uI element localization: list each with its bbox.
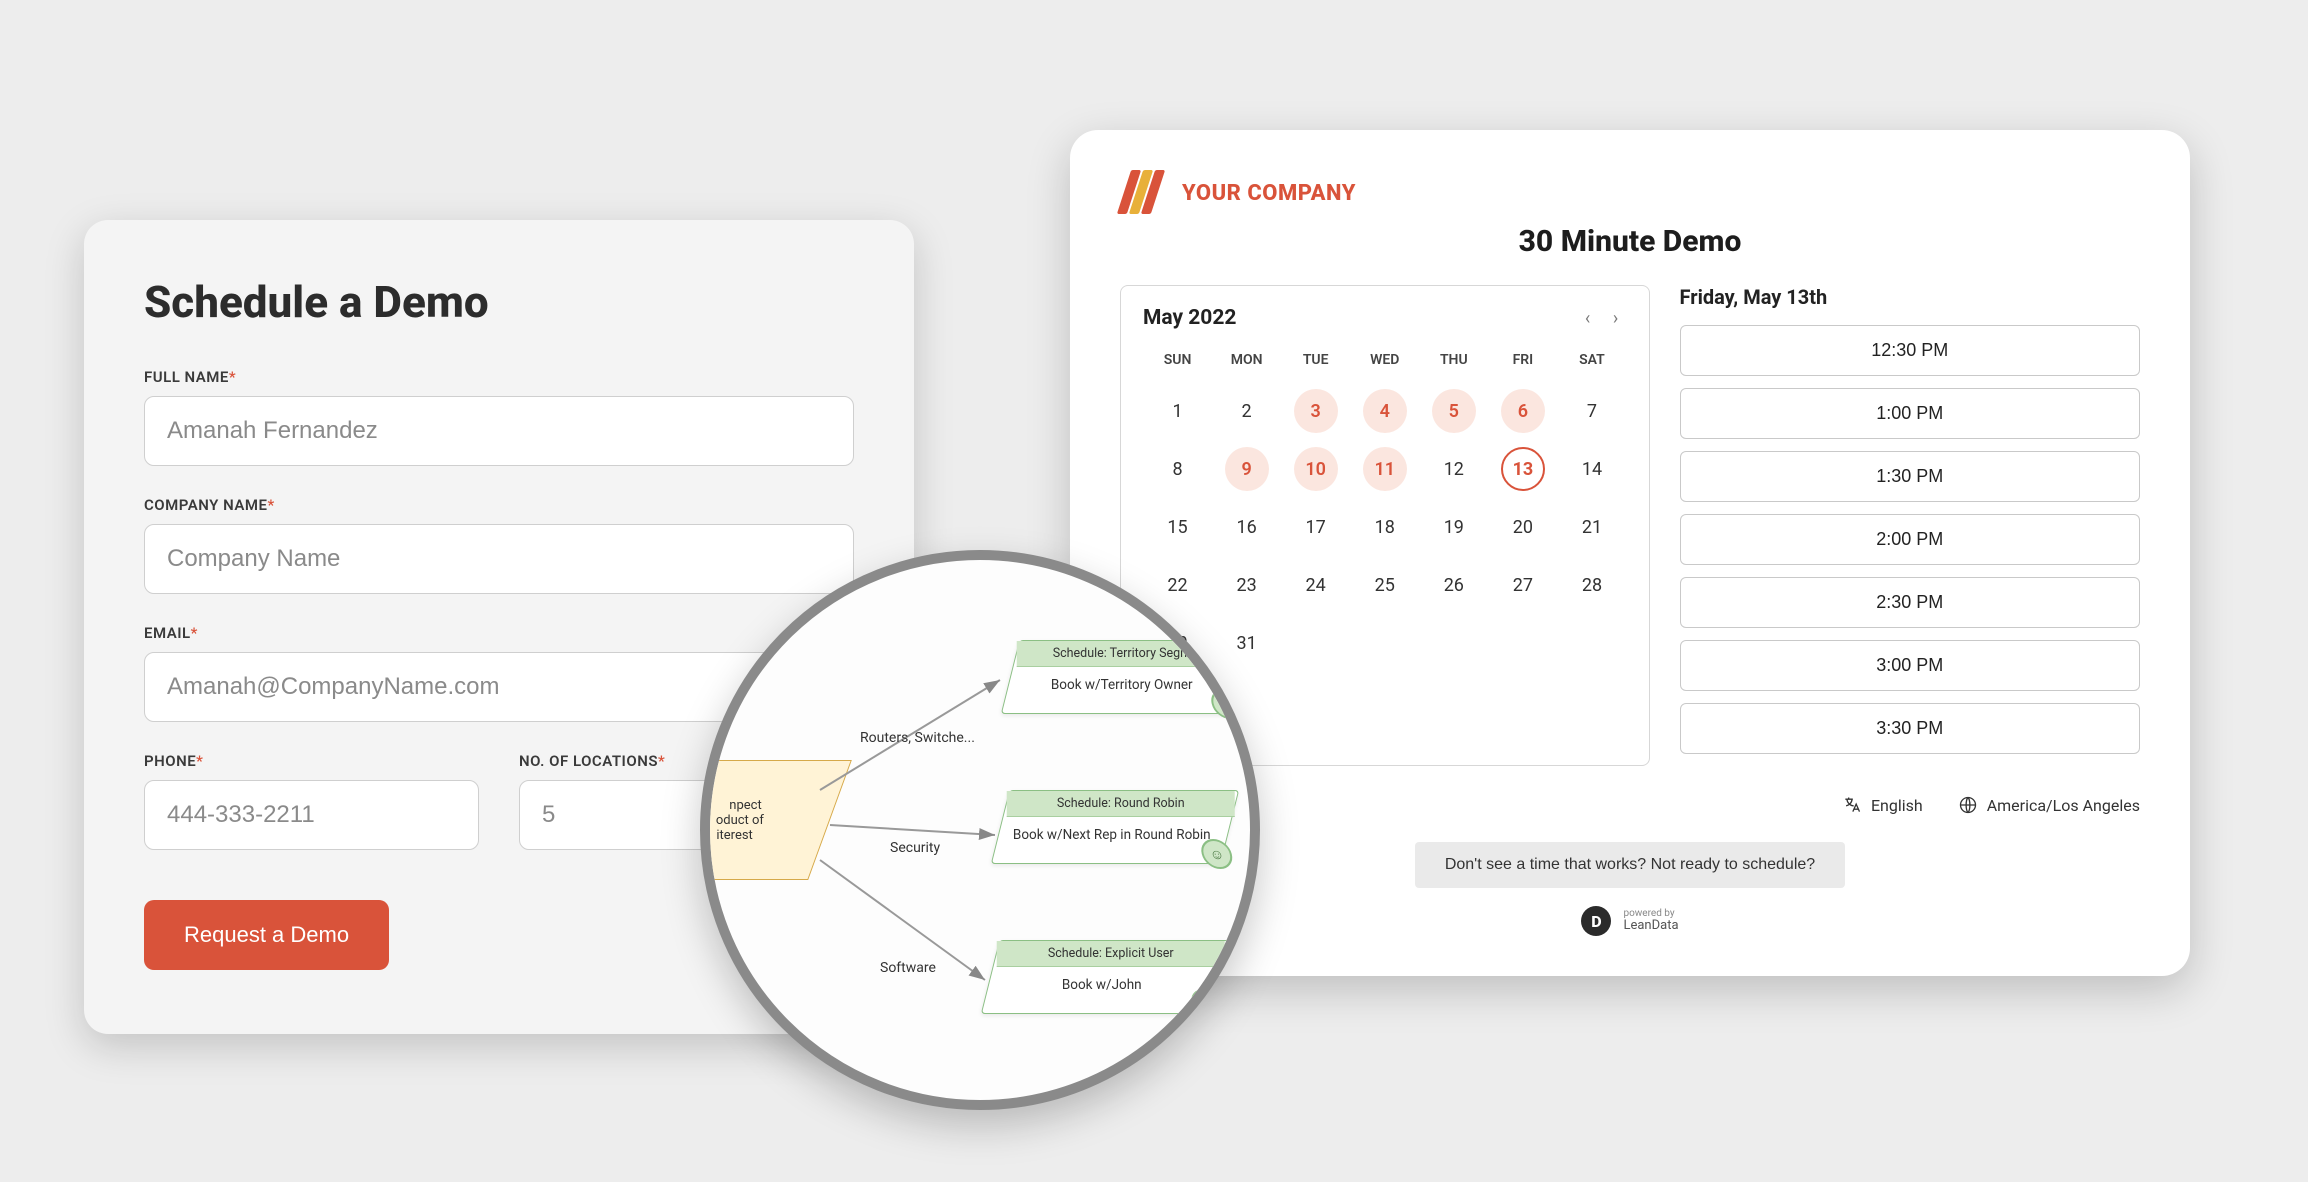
language-label: English <box>1871 796 1923 815</box>
booking-header: YOUR COMPANY <box>1120 170 2140 216</box>
leandata-logo-icon: D <box>1581 906 1611 936</box>
month-label: May 2022 <box>1143 306 1236 330</box>
route-node-body: Book w/Territory Owner <box>1051 677 1193 693</box>
calendar-day[interactable]: 6 <box>1488 382 1557 440</box>
calendar-day: 21 <box>1557 498 1626 556</box>
company-logo-icon <box>1120 170 1166 216</box>
full-name-label: FULL NAME* <box>144 368 854 386</box>
time-slot-button[interactable]: 12:30 PM <box>1680 325 2140 376</box>
powered-by: D powered by LeanData <box>1120 906 2140 936</box>
route-node-header: Schedule: Round Robin <box>1007 791 1235 817</box>
company-label: COMPANY NAME* <box>144 496 854 514</box>
calendar-day: 27 <box>1488 556 1557 614</box>
calendar-day: 12 <box>1419 440 1488 498</box>
branch-label: Routers, Switche... <box>860 730 975 746</box>
powered-by-brand: LeanData <box>1623 918 1678 933</box>
route-node-header: Schedule: Territory Segment <box>1017 641 1245 667</box>
calendar-day[interactable]: 9 <box>1212 440 1281 498</box>
branch-label: Software <box>880 960 936 976</box>
selected-day-label: Friday, May 13th <box>1680 285 2140 309</box>
calendar-day: 24 <box>1281 556 1350 614</box>
weekday-header-row: SUNMONTUEWEDTHUFRISAT <box>1143 344 1627 382</box>
calendar-day[interactable]: 11 <box>1350 440 1419 498</box>
calendar-day: 8 <box>1143 440 1212 498</box>
time-slot-button[interactable]: 1:30 PM <box>1680 451 2140 502</box>
time-slot-button[interactable]: 3:30 PM <box>1680 703 2140 754</box>
calendar-day[interactable]: 5 <box>1419 382 1488 440</box>
calendar-day: 19 <box>1419 498 1488 556</box>
weekday-label: TUE <box>1281 344 1350 382</box>
route-node-explicit: Schedule: Explicit User Book w/John ☺ <box>981 940 1229 1014</box>
calendar-day <box>1557 614 1626 672</box>
weekday-label: SUN <box>1143 344 1212 382</box>
chevron-right-icon: › <box>1613 308 1618 329</box>
language-icon <box>1841 794 1863 816</box>
route-node-body: Book w/John <box>1062 977 1142 993</box>
calendar-day: 18 <box>1350 498 1419 556</box>
time-slots-panel: Friday, May 13th 12:30 PM 1:00 PM 1:30 PM 2… <box>1680 285 2140 766</box>
phone-label: PHONE* <box>144 752 479 770</box>
calendar-day: 15 <box>1143 498 1212 556</box>
timezone-label: America/Los Angeles <box>1987 796 2140 815</box>
calendar-day: 17 <box>1281 498 1350 556</box>
time-slot-button[interactable]: 2:30 PM <box>1680 577 2140 628</box>
calendar-day <box>1350 614 1419 672</box>
calendar-day: 26 <box>1419 556 1488 614</box>
calendar-day[interactable]: 4 <box>1350 382 1419 440</box>
phone-input[interactable] <box>144 780 479 850</box>
meeting-type-title: 30 Minute Demo <box>1120 224 2140 259</box>
calendar-day: 7 <box>1557 382 1626 440</box>
calendar-day: 2 <box>1212 382 1281 440</box>
language-selector[interactable]: English <box>1841 794 1923 816</box>
time-slot-button[interactable]: 3:00 PM <box>1680 640 2140 691</box>
form-title: Schedule a Demo <box>144 276 854 328</box>
weekday-label: WED <box>1350 344 1419 382</box>
route-node-header: Schedule: Explicit User <box>997 941 1225 967</box>
weekday-label: MON <box>1212 344 1281 382</box>
route-node-body: Book w/Next Rep in Round Robin <box>1013 827 1211 843</box>
globe-icon <box>1957 794 1979 816</box>
timezone-selector[interactable]: America/Los Angeles <box>1957 794 2140 816</box>
calendar-day: 25 <box>1350 556 1419 614</box>
calendar-day: 14 <box>1557 440 1626 498</box>
request-demo-button[interactable]: Request a Demo <box>144 900 389 970</box>
route-node-roundrobin: Schedule: Round Robin Book w/Next Rep in… <box>991 790 1239 864</box>
field-full-name: FULL NAME* <box>144 368 854 466</box>
calendar-day <box>1281 614 1350 672</box>
calendar-day: 16 <box>1212 498 1281 556</box>
routing-diagram: npect oduct of iterest Routers, Switche.… <box>700 550 1260 1110</box>
company-name-label: YOUR COMPANY <box>1182 181 1356 206</box>
calendar-day: 1 <box>1143 382 1212 440</box>
calendar-day[interactable]: 10 <box>1281 440 1350 498</box>
prev-month-button[interactable]: ‹ <box>1577 307 1599 329</box>
calendar-day[interactable]: 3 <box>1281 382 1350 440</box>
branch-label: Security <box>890 840 940 856</box>
full-name-input[interactable] <box>144 396 854 466</box>
booking-footer: eek View English America/Los Angel <box>1120 794 2140 816</box>
time-slot-button[interactable]: 2:00 PM <box>1680 514 2140 565</box>
calendar-day <box>1488 614 1557 672</box>
no-time-works-button[interactable]: Don't see a time that works? Not ready t… <box>1415 842 1845 888</box>
weekday-label: FRI <box>1488 344 1557 382</box>
calendar-day <box>1419 614 1488 672</box>
next-month-button[interactable]: › <box>1605 307 1627 329</box>
time-slot-button[interactable]: 1:00 PM <box>1680 388 2140 439</box>
chevron-left-icon: ‹ <box>1585 308 1590 329</box>
route-node-territory: Schedule: Territory Segment Book w/Terri… <box>1001 640 1249 714</box>
weekday-label: THU <box>1419 344 1488 382</box>
calendar-day[interactable]: 13 <box>1488 440 1557 498</box>
calendar-day: 28 <box>1557 556 1626 614</box>
calendar-day: 20 <box>1488 498 1557 556</box>
field-phone: PHONE* <box>144 752 479 850</box>
weekday-label: SAT <box>1557 344 1626 382</box>
